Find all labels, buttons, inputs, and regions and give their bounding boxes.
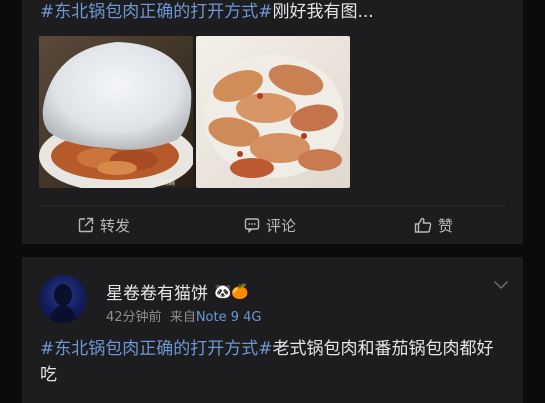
forward-label: 转发 <box>100 216 131 235</box>
divider <box>40 205 505 206</box>
forward-button[interactable]: 转发 <box>78 210 130 240</box>
like-label: 赞 <box>438 216 454 235</box>
watermark: @碗碗碗 <box>151 180 176 187</box>
post-image-2[interactable] <box>196 36 350 188</box>
cotton-candy-pork-image <box>39 36 193 188</box>
post-meta: 42分钟前 来自Note 9 4G <box>106 306 261 325</box>
post-time: 42分钟前 <box>106 310 162 325</box>
username-row: 星卷卷有猫饼 🐼🍊 <box>106 279 249 305</box>
post-text-content: 刚好我有图... <box>272 2 374 22</box>
username[interactable]: 星卷卷有猫饼 <box>106 279 208 304</box>
chevron-down-icon[interactable] <box>493 275 509 294</box>
post-card-1: #东北锅包肉正确的打开方式#刚好我有图... @碗碗碗 转发 评论 赞 <box>22 0 523 244</box>
post-actions: 转发 评论 赞 <box>22 210 523 240</box>
hashtag-link[interactable]: #东北锅包肉正确的打开方式# <box>40 2 273 22</box>
comment-label: 评论 <box>266 216 297 235</box>
post-image-1[interactable]: @碗碗碗 <box>39 36 193 188</box>
avatar[interactable] <box>39 275 87 323</box>
avatar-image <box>49 284 77 323</box>
like-button[interactable]: 赞 <box>414 210 453 240</box>
share-icon <box>78 217 94 233</box>
post-text: #东北锅包肉正确的打开方式#老式锅包肉和番茄锅包肉都好吃 <box>40 336 510 388</box>
source-device[interactable]: Note 9 4G <box>196 310 262 325</box>
comment-button[interactable]: 评论 <box>244 210 296 240</box>
hashtag-link[interactable]: #东北锅包肉正确的打开方式# <box>40 339 273 359</box>
post-card-2: 星卷卷有猫饼 🐼🍊 42分钟前 来自Note 9 4G #东北锅包肉正确的打开方… <box>22 257 523 403</box>
tomato-pork-image <box>196 36 350 188</box>
username-emoji: 🐼🍊 <box>214 283 249 300</box>
thumbs-up-icon <box>414 217 432 233</box>
post-text: #东北锅包肉正确的打开方式#刚好我有图... <box>40 0 374 24</box>
comment-icon <box>244 217 260 233</box>
source-prefix: 来自 <box>169 310 196 325</box>
